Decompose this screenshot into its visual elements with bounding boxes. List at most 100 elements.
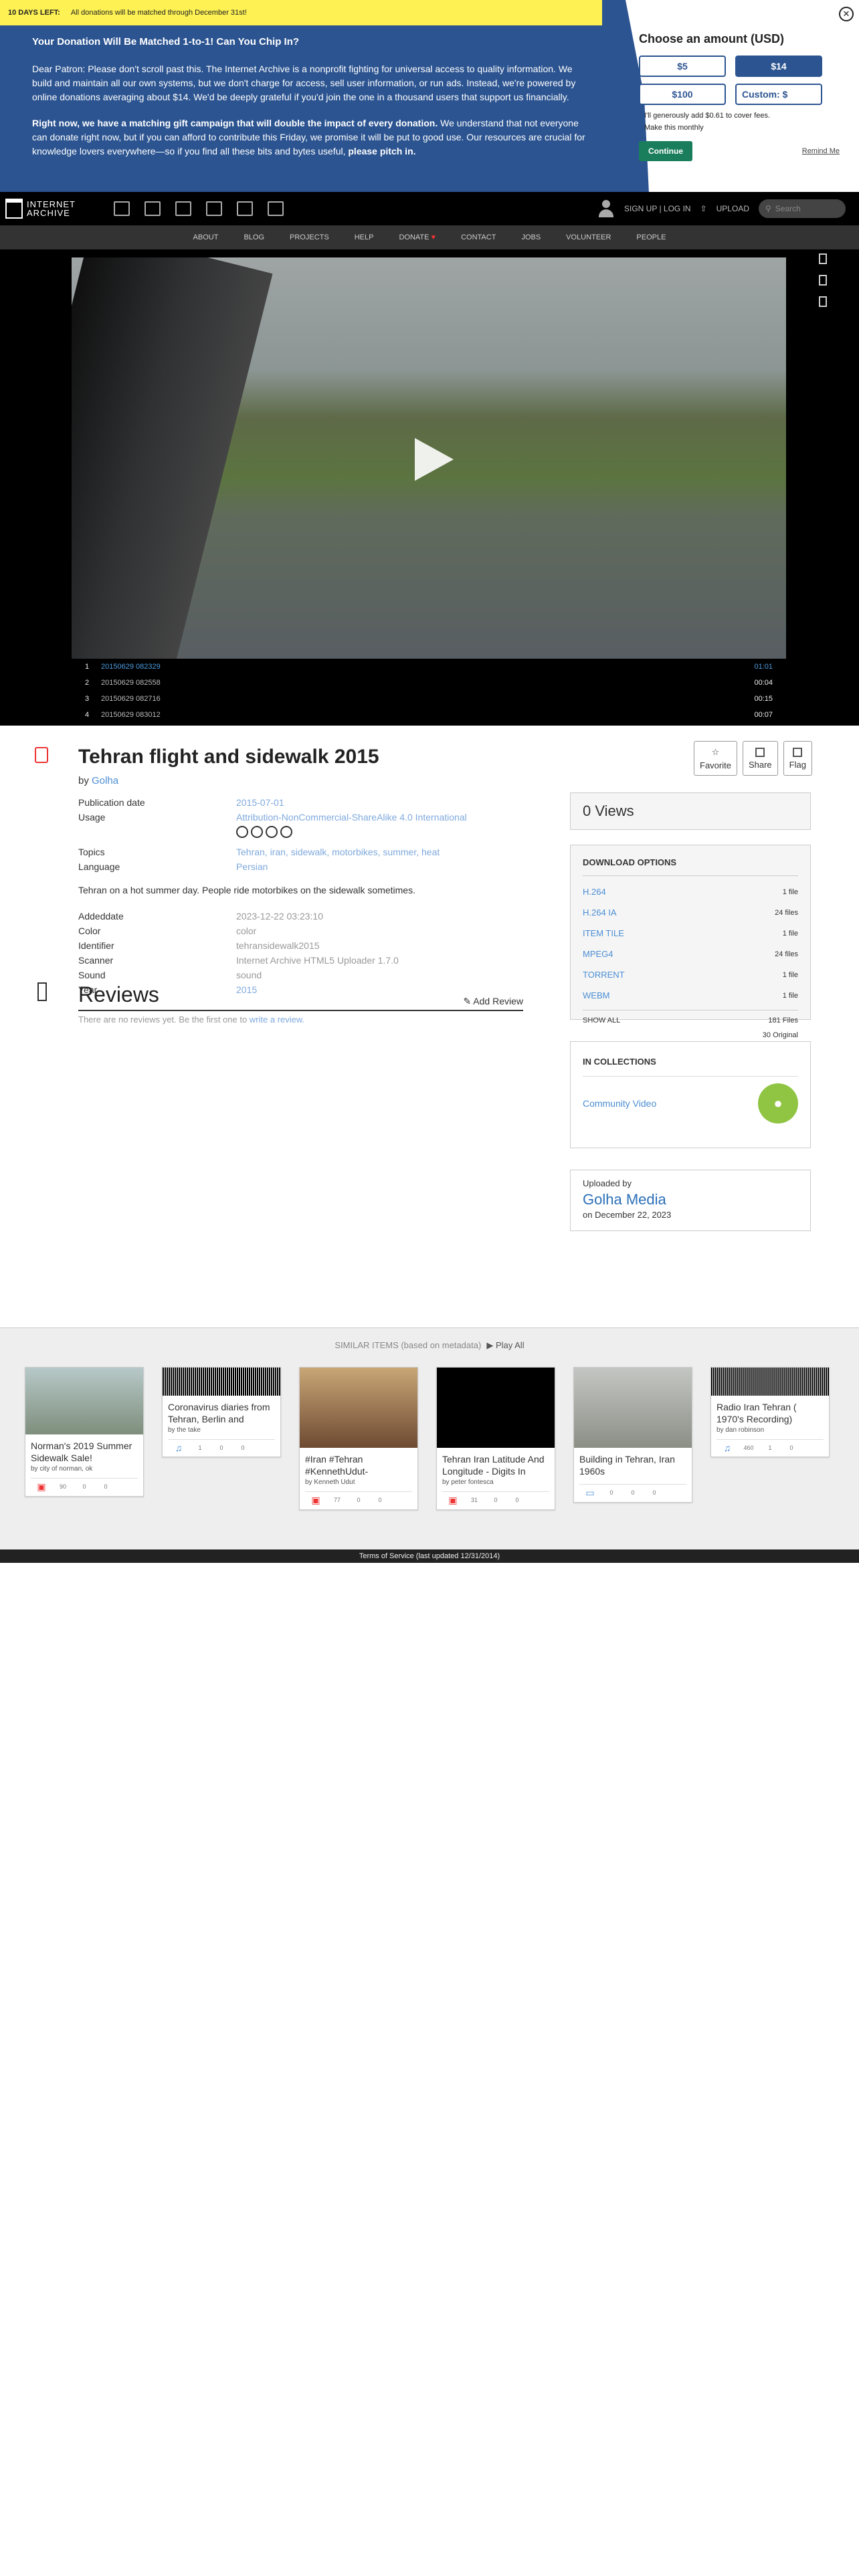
by-icon	[251, 826, 263, 838]
card-title[interactable]: Radio Iran Tehran ( 1970's Recording)	[711, 1396, 829, 1425]
card-stats: ▭ 0 0 0	[579, 1484, 686, 1497]
metadata-row: Addeddate 2023-12-22 03:23:10	[78, 909, 547, 924]
continue-button[interactable]: Continue	[639, 141, 692, 161]
playlist-item[interactable]: 3 20150629 082716 00:15	[72, 691, 786, 707]
similar-items-title: SIMILAR ITEMS (based on metadata)	[335, 1340, 482, 1350]
topics-links[interactable]: Tehran, iran, sidewalk, motorbikes, summ…	[236, 847, 440, 857]
add-review-button[interactable]: ✎ Add Review	[463, 996, 523, 1007]
playlist-item[interactable]: 4 20150629 083012 00:07	[72, 707, 786, 723]
download-format-link[interactable]: H.264 IA	[583, 907, 617, 918]
reviews-header: Reviews ✎ Add Review	[78, 982, 523, 1011]
similar-item-card[interactable]: Radio Iran Tehran ( 1970's Recording) by…	[710, 1367, 830, 1457]
nav-contact[interactable]: CONTACT	[461, 233, 496, 241]
card-title[interactable]: #Iran #Tehran #KennethUdut-	[300, 1448, 417, 1477]
card-views: 31	[470, 1497, 478, 1503]
custom-amount-input[interactable]: Custom: $	[735, 84, 822, 105]
similar-item-card[interactable]: #Iran #Tehran #KennethUdut- by Kenneth U…	[299, 1367, 418, 1510]
language-link[interactable]: Persian	[236, 861, 268, 872]
upload-link[interactable]: UPLOAD	[717, 204, 749, 213]
collection-link[interactable]: Community Video	[583, 1098, 656, 1109]
uploader-link[interactable]: Golha Media	[583, 1191, 798, 1208]
audio-view-icon[interactable]	[819, 275, 827, 286]
download-row: WEBM 1 file	[583, 985, 798, 1006]
download-format-link[interactable]: WEBM	[583, 990, 609, 1000]
metadata-key: Scanner	[78, 955, 114, 966]
license-link[interactable]: Attribution-NonCommercial-ShareAlike 4.0…	[236, 812, 467, 823]
images-icon[interactable]	[268, 201, 284, 216]
similar-item-card[interactable]: Building in Tehran, Iran 1960s ▭ 0 0 0	[573, 1367, 692, 1503]
cover-fees-checkbox[interactable]: I'll generously add $0.61 to cover fees.	[644, 112, 840, 120]
similar-item-card[interactable]: Norman's 2019 Summer Sidewalk Sale! by c…	[25, 1367, 144, 1497]
download-count: 1 file	[782, 970, 798, 979]
card-title[interactable]: Norman's 2019 Summer Sidewalk Sale!	[25, 1434, 143, 1464]
amount-100-button[interactable]: $100	[639, 84, 726, 105]
download-format-link[interactable]: TORRENT	[583, 970, 625, 980]
metadata-row: Sound sound	[78, 968, 547, 982]
playlist-item[interactable]: 1 20150629 082329 01:01	[72, 659, 786, 675]
creator-link[interactable]: Golha	[92, 775, 118, 786]
community-video-icon[interactable]: ●	[758, 1083, 798, 1123]
theatre-side-icons	[819, 253, 827, 307]
texts-icon[interactable]	[145, 201, 161, 216]
addeddate-value: 2023-12-22 03:23:10	[236, 911, 323, 922]
web-icon[interactable]	[114, 201, 130, 216]
signup-login-link[interactable]: SIGN UP | LOG IN	[624, 204, 691, 213]
nav-about[interactable]: ABOUT	[193, 233, 219, 241]
audio-icon[interactable]	[206, 201, 222, 216]
show-all-link[interactable]: SHOW ALL	[583, 1016, 620, 1025]
identifier-value: tehransidewalk2015	[236, 940, 320, 951]
download-format-link[interactable]: MPEG4	[583, 949, 613, 959]
video-player[interactable]	[72, 257, 786, 659]
nav-projects[interactable]: PROJECTS	[290, 233, 329, 241]
publication-date-link[interactable]: 2015-07-01	[236, 797, 284, 808]
original-files: 30 Original	[762, 1031, 798, 1039]
nav-people[interactable]: PEOPLE	[636, 233, 666, 241]
play-icon[interactable]	[415, 438, 454, 481]
info-view-icon[interactable]	[819, 296, 827, 307]
flag-button[interactable]: Flag	[783, 741, 812, 776]
internet-archive-logo[interactable]: INTERNET ARCHIVE	[5, 199, 106, 219]
download-format-link[interactable]: H.264	[583, 887, 606, 897]
video-icon[interactable]	[175, 201, 191, 216]
card-title[interactable]: Building in Tehran, Iran 1960s	[574, 1448, 692, 1477]
creative-commons-icons[interactable]	[236, 826, 292, 838]
monthly-checkbox[interactable]: Make this monthly	[644, 124, 840, 132]
sa-icon	[280, 826, 292, 838]
amount-options: $5 $14 $100 Custom: $	[639, 56, 840, 105]
heart-icon: ♥	[431, 233, 436, 241]
user-icon[interactable]	[597, 199, 615, 219]
playlist-item[interactable]: 2 20150629 082558 00:04	[72, 675, 786, 691]
star-icon: ☆	[711, 746, 720, 757]
playlist-number: 1	[85, 663, 90, 671]
nav-blog[interactable]: BLOG	[244, 233, 264, 241]
similar-item-card[interactable]: Tehran Iran Latitude And Longitude - Dig…	[436, 1367, 555, 1510]
write-review-link[interactable]: write a review.	[250, 1014, 304, 1025]
nav-volunteer[interactable]: VOLUNTEER	[566, 233, 611, 241]
close-banner-button[interactable]: ✕	[839, 7, 854, 21]
search-input[interactable]: ⚲ Search	[759, 199, 846, 218]
download-format-link[interactable]: ITEM TILE	[583, 928, 624, 938]
upload-icon[interactable]: ⇧	[700, 204, 707, 213]
card-title[interactable]: Tehran Iran Latitude And Longitude - Dig…	[437, 1448, 555, 1477]
item-type-icon	[35, 747, 48, 763]
favorite-button[interactable]: ☆ Favorite	[694, 741, 737, 776]
share-button[interactable]: Share	[742, 741, 778, 776]
amount-5-button[interactable]: $5	[639, 56, 726, 77]
metadata-key: Language	[78, 861, 120, 872]
terms-of-service-link[interactable]: Terms of Service (last updated 12/31/201…	[359, 1552, 500, 1560]
similar-items-header: SIMILAR ITEMS (based on metadata) ▶ Play …	[0, 1340, 859, 1351]
video-view-icon[interactable]	[819, 253, 827, 264]
playlist-title: 20150629 082558	[101, 679, 161, 687]
nav-help[interactable]: HELP	[355, 233, 374, 241]
card-favorites: 1	[768, 1444, 772, 1451]
metadata-key: Usage	[78, 812, 106, 823]
similar-item-card[interactable]: Coronavirus diaries from Tehran, Berlin …	[162, 1367, 281, 1457]
amount-14-button[interactable]: $14	[735, 56, 822, 77]
nav-donate[interactable]: DONATE ♥	[399, 233, 436, 241]
remind-me-link[interactable]: Remind Me	[802, 147, 840, 155]
waveform-image	[163, 1368, 280, 1396]
card-title[interactable]: Coronavirus diaries from Tehran, Berlin …	[163, 1396, 280, 1425]
nav-jobs[interactable]: JOBS	[521, 233, 541, 241]
software-icon[interactable]	[237, 201, 253, 216]
play-all-button[interactable]: ▶ Play All	[486, 1340, 524, 1350]
